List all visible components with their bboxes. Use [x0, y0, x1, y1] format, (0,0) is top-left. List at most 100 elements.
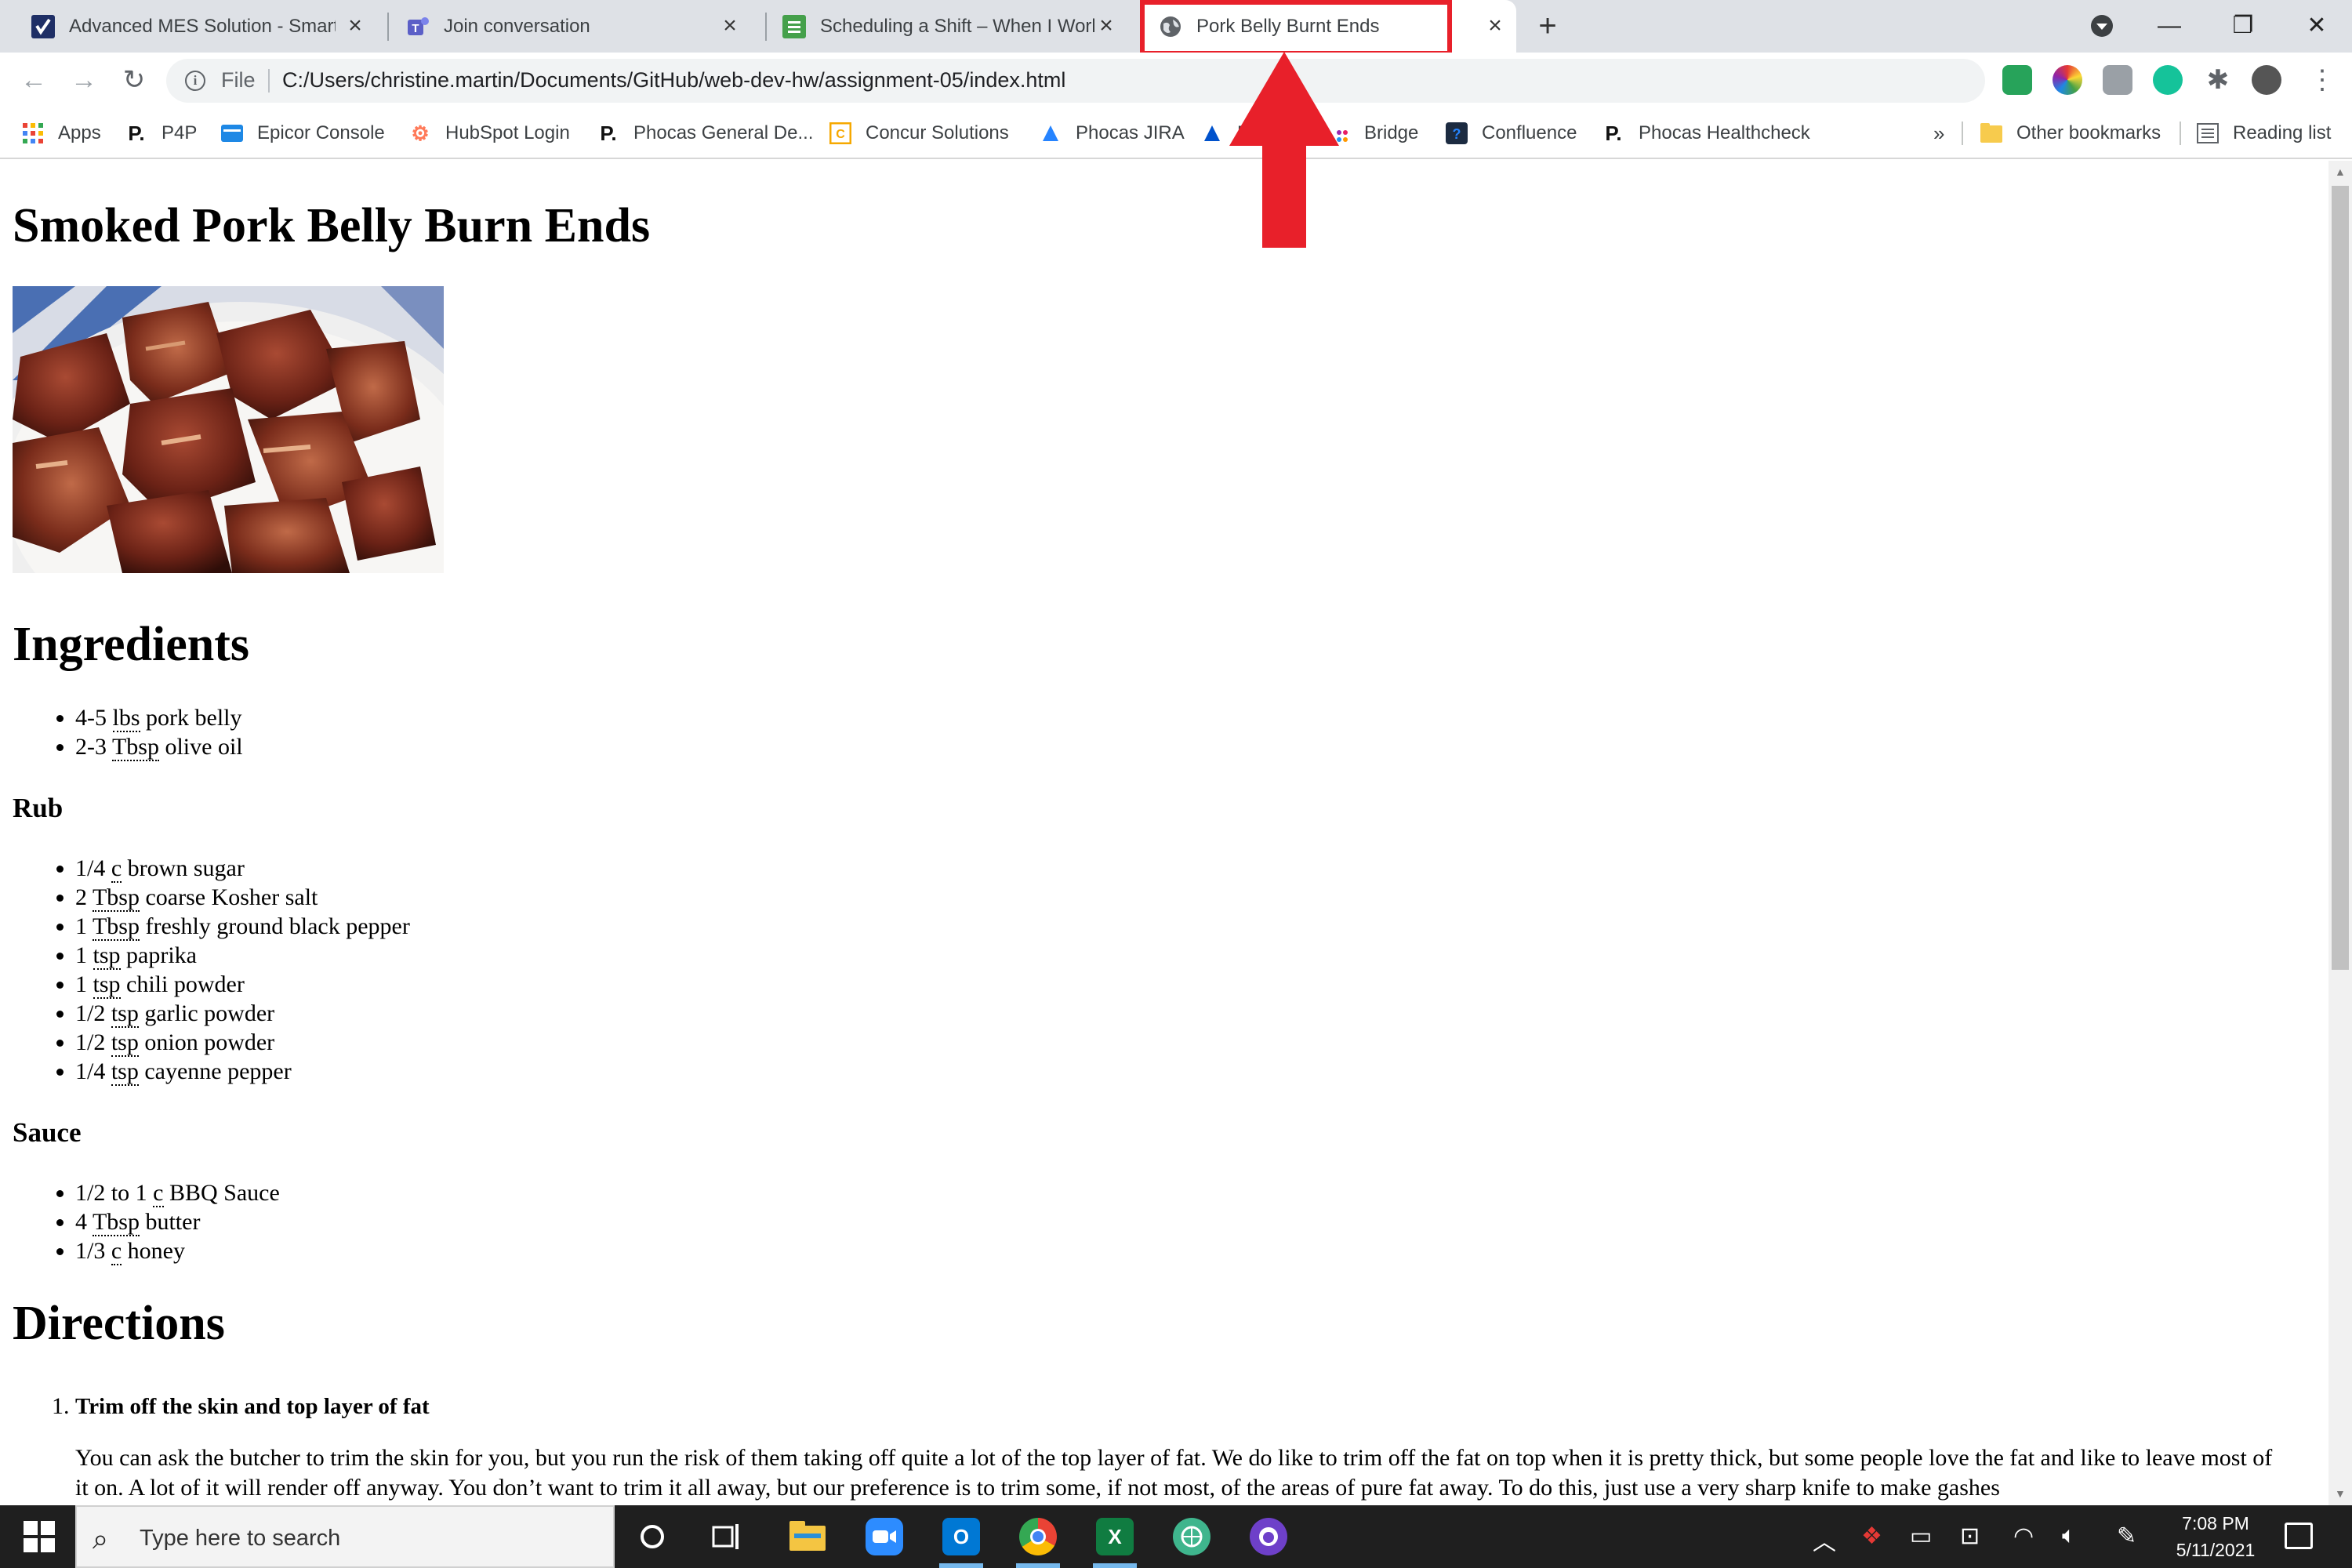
- bookmark-concur[interactable]: C Concur Solutions: [829, 118, 1009, 148]
- bookmarks-divider: [2180, 122, 2181, 145]
- unit-abbr: c: [111, 1238, 122, 1265]
- address-bar[interactable]: i File C:/Users/christine.martin/Documen…: [166, 59, 2126, 103]
- bookmark-p4p[interactable]: P. P4P: [125, 118, 197, 148]
- sauce-heading: Sauce: [13, 1117, 82, 1148]
- url-text[interactable]: C:/Users/christine.martin/Documents/GitH…: [282, 68, 1065, 93]
- clock-date[interactable]: 5/11/2021: [2170, 1540, 2261, 1561]
- profile-dropdown-icon[interactable]: [2084, 6, 2120, 45]
- close-window-button[interactable]: ✕: [2297, 6, 2336, 45]
- excel-icon[interactable]: X: [1096, 1518, 1134, 1555]
- concur-icon: C: [829, 122, 851, 144]
- bookmarks-overflow-button[interactable]: »: [1933, 118, 1944, 148]
- github-desktop-icon[interactable]: [1250, 1518, 1287, 1555]
- bookmark-bridge[interactable]: Bridge: [1328, 118, 1418, 148]
- back-icon[interactable]: ←: [17, 64, 50, 96]
- bookmark-confluence[interactable]: ? Confluence: [1446, 118, 1577, 148]
- grammarly-icon[interactable]: [2153, 65, 2183, 95]
- close-tab-icon[interactable]: ×: [1094, 14, 1118, 38]
- bookmark-phocas-jira[interactable]: Phocas JIRA: [1040, 118, 1185, 148]
- unit-abbr: tsp: [111, 1058, 139, 1086]
- bookmark-hubspot[interactable]: ⚙ HubSpot Login: [409, 118, 570, 148]
- unit-abbr: Tbsp: [92, 1209, 140, 1236]
- restore-button[interactable]: ❐: [2223, 6, 2263, 45]
- tab-title: Scheduling a Shift – When I Work: [820, 15, 1094, 37]
- directions-heading: Directions: [13, 1297, 225, 1350]
- list-item: 1 Tbsp freshly ground black pepper: [75, 912, 410, 941]
- search-icon: ⌕: [93, 1523, 109, 1555]
- step-body: You can ask the butcher to trim the skin…: [75, 1445, 2273, 1501]
- app-globe-icon[interactable]: [1173, 1518, 1210, 1555]
- battery-icon[interactable]: ▭: [1910, 1523, 1932, 1550]
- hubspot-icon: ⚙: [411, 121, 430, 145]
- minimize-button[interactable]: —: [2150, 6, 2189, 45]
- rub-list: 1/4 c brown sugar 2 Tbsp coarse Kosher s…: [75, 854, 410, 1086]
- close-tab-icon[interactable]: ×: [343, 14, 367, 38]
- tab-smartsheet[interactable]: Advanced MES Solution - Smartsheet ×: [0, 0, 376, 53]
- step-title: Trim off the skin and top layer of fat: [75, 1394, 430, 1419]
- scroll-down-icon[interactable]: ▼: [2335, 1487, 2346, 1500]
- tab-wheniwork[interactable]: Scheduling a Shift – When I Work ×: [751, 0, 1127, 53]
- running-indicator: [939, 1563, 983, 1568]
- pen-icon[interactable]: ✎: [2117, 1523, 2136, 1550]
- extensions-puzzle-icon[interactable]: ✱: [2203, 65, 2233, 95]
- tab-title: Advanced MES Solution - Smartsheet: [69, 15, 336, 37]
- epicor-icon: [221, 122, 243, 144]
- outlook-icon[interactable]: O: [942, 1518, 980, 1555]
- display-icon[interactable]: ⊡: [1960, 1523, 1980, 1550]
- svg-text:?: ?: [1453, 126, 1461, 142]
- scrollbar-thumb[interactable]: [2332, 186, 2349, 970]
- bookmark-label: Epicor Console: [257, 122, 385, 143]
- profile-avatar[interactable]: [2252, 65, 2281, 95]
- unit-abbr: Tbsp: [92, 913, 140, 941]
- tab-teams[interactable]: T Join conversation ×: [375, 0, 751, 53]
- other-bookmarks[interactable]: Other bookmarks: [1980, 118, 2161, 148]
- notifications-icon[interactable]: [2285, 1523, 2313, 1549]
- clock-time[interactable]: 7:08 PM: [2176, 1513, 2255, 1534]
- bookmark-phocas-general[interactable]: P. Phocas General De...: [597, 118, 813, 148]
- wifi-icon[interactable]: ◠: [2013, 1523, 2034, 1550]
- bookmarks-divider: [1962, 122, 1963, 145]
- list-item: 2-3 Tbsp olive oil: [75, 732, 243, 761]
- extension-green-icon[interactable]: [2002, 65, 2032, 95]
- volume-icon[interactable]: 🔈︎: [2062, 1523, 2076, 1549]
- search-placeholder: Type here to search: [140, 1526, 341, 1551]
- dropbox-alert-icon[interactable]: ❖: [1861, 1523, 1882, 1550]
- forward-icon[interactable]: →: [67, 64, 100, 96]
- file-explorer-icon[interactable]: [789, 1518, 826, 1555]
- bookmark-label: HubSpot Login: [445, 122, 570, 143]
- list-item: 1/2 to 1 c BBQ Sauce: [75, 1178, 280, 1207]
- vertical-scrollbar[interactable]: ▲ ▼: [2328, 161, 2352, 1505]
- site-info-icon[interactable]: i: [185, 71, 205, 91]
- bookmark-label: Other bookmarks: [2016, 122, 2161, 143]
- confluence-icon: ?: [1446, 122, 1468, 144]
- extension-color-icon[interactable]: [2053, 65, 2082, 95]
- chrome-icon[interactable]: [1019, 1518, 1057, 1555]
- scroll-up-icon[interactable]: ▲: [2335, 165, 2346, 178]
- wheniwork-icon: [782, 14, 806, 38]
- cortana-icon[interactable]: [633, 1518, 671, 1555]
- more-menu-icon[interactable]: ⋮: [2309, 64, 2336, 96]
- taskbar-search[interactable]: ⌕ Type here to search: [75, 1505, 615, 1568]
- list-item: 1 tsp chili powder: [75, 970, 410, 999]
- bookmark-phocas-healthcheck[interactable]: P. Phocas Healthcheck: [1602, 118, 1809, 148]
- reading-list[interactable]: Reading list: [2197, 118, 2331, 148]
- task-view-icon[interactable]: [709, 1518, 746, 1555]
- sauce-list: 1/2 to 1 c BBQ Sauce 4 Tbsp butter 1/3 c…: [75, 1178, 280, 1265]
- bookmark-epicor[interactable]: Epicor Console: [221, 118, 385, 148]
- zoom-icon[interactable]: [866, 1518, 903, 1555]
- close-tab-icon[interactable]: ×: [718, 14, 742, 38]
- close-tab-icon[interactable]: ×: [1483, 14, 1507, 38]
- running-indicator: [1016, 1563, 1060, 1568]
- new-tab-button[interactable]: +: [1532, 10, 1563, 42]
- reload-icon[interactable]: ↻: [118, 64, 151, 96]
- camera-extension-icon[interactable]: [2103, 65, 2132, 95]
- ingredients-heading: Ingredients: [13, 618, 250, 671]
- list-item: 1 tsp paprika: [75, 941, 410, 970]
- tray-overflow-icon[interactable]: ︿: [1813, 1523, 1836, 1557]
- page-content: Smoked Pork Belly Burn Ends Ingredients …: [0, 161, 2328, 1505]
- unit-abbr: tsp: [111, 1029, 139, 1057]
- list-item: 1/4 tsp cayenne pepper: [75, 1057, 410, 1086]
- bookmark-apps[interactable]: Apps: [22, 118, 101, 148]
- running-indicator: [1093, 1563, 1137, 1568]
- windows-start-icon[interactable]: [24, 1521, 55, 1552]
